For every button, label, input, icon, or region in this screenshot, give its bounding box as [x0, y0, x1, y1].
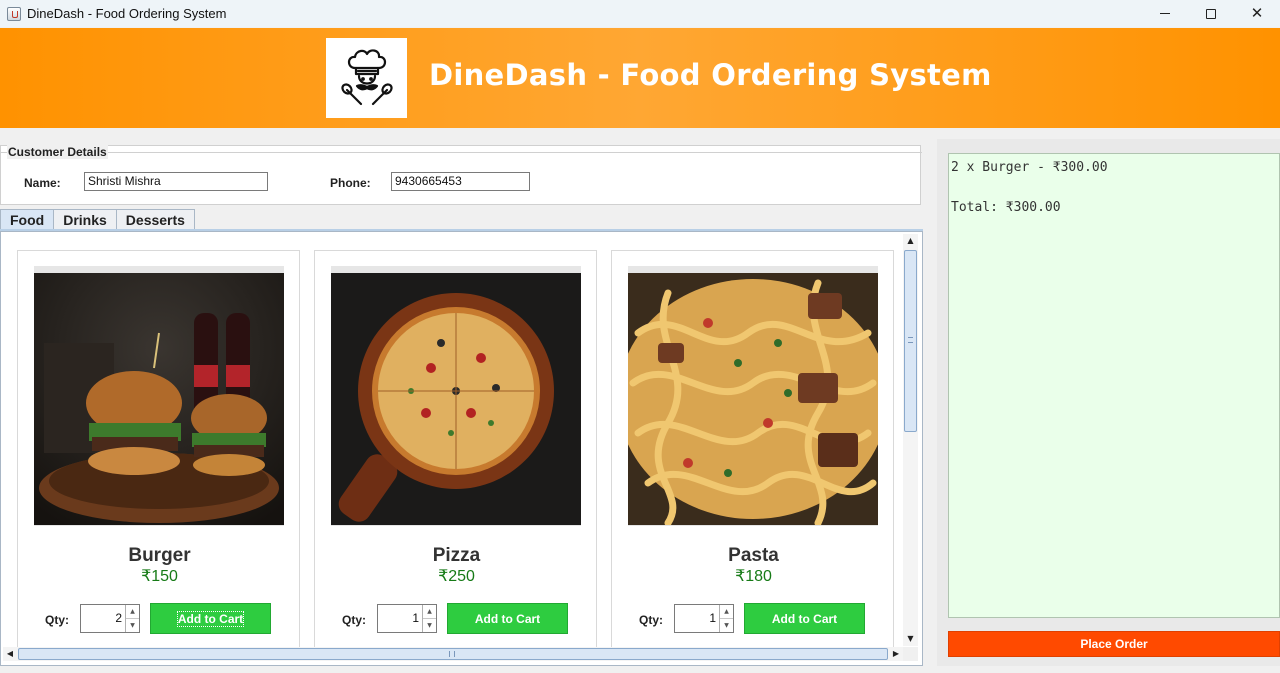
- phone-label: Phone:: [330, 176, 371, 190]
- product-price: ₹180: [735, 568, 772, 585]
- add-to-cart-button[interactable]: Add to Cart: [150, 603, 271, 634]
- vertical-scrollbar[interactable]: ▲ ▼: [903, 234, 918, 646]
- product-name: Pizza: [432, 545, 481, 566]
- product-price: ₹150: [141, 568, 178, 585]
- scroll-left-icon[interactable]: ◀: [3, 647, 17, 661]
- maximize-button[interactable]: [1188, 0, 1234, 27]
- close-button[interactable]: ✕: [1234, 0, 1280, 27]
- products-panel: Burger ₹150 Qty: 2 ▲ ▼ Add to Cart Pizza…: [0, 231, 923, 666]
- tab-drinks[interactable]: Drinks: [53, 209, 117, 230]
- chef-logo-icon: [326, 38, 407, 118]
- customer-details-legend: Customer Details: [7, 145, 108, 159]
- product-image-frame: [618, 266, 888, 527]
- vertical-scroll-thumb[interactable]: [904, 250, 917, 432]
- product-card-pasta: Pasta ₹180 Qty: 1 ▲ ▼ Add to Cart: [611, 250, 894, 650]
- product-image-frame: [331, 266, 581, 526]
- quantity-stepper[interactable]: 1 ▲ ▼: [674, 604, 734, 633]
- maximize-icon: [1206, 8, 1216, 19]
- minimize-icon: [1160, 13, 1170, 14]
- name-field[interactable]: Shristi Mishra: [84, 172, 268, 191]
- stepper-arrows: ▲ ▼: [125, 605, 139, 632]
- product-price: ₹250: [438, 568, 475, 585]
- stepper-arrows: ▲ ▼: [422, 605, 436, 632]
- tab-food[interactable]: Food: [0, 209, 55, 230]
- product-image-frame: [34, 266, 284, 526]
- add-to-cart-button[interactable]: Add to Cart: [447, 603, 568, 634]
- horizontal-scroll-thumb[interactable]: [18, 648, 888, 660]
- window-controls: ✕: [1142, 0, 1280, 27]
- category-tabs: Food Drinks Desserts: [0, 209, 195, 230]
- close-icon: ✕: [1250, 4, 1264, 22]
- add-to-cart-label: Add to Cart: [771, 611, 838, 626]
- stepper-down-icon[interactable]: ▼: [720, 618, 733, 631]
- header-title: DineDash - Food Ordering System: [429, 58, 992, 92]
- quantity-stepper[interactable]: 1 ▲ ▼: [377, 604, 437, 633]
- product-name: Burger: [128, 545, 191, 566]
- stepper-up-icon[interactable]: ▲: [720, 605, 733, 618]
- product-card-pizza: Pizza ₹250 Qty: 1 ▲ ▼ Add to Cart: [314, 250, 597, 650]
- quantity-value[interactable]: 2: [115, 611, 122, 625]
- product-card-burger: Burger ₹150 Qty: 2 ▲ ▼ Add to Cart: [17, 250, 300, 650]
- scroll-corner: [903, 647, 918, 661]
- stepper-up-icon[interactable]: ▲: [126, 605, 139, 618]
- pizza-image: [331, 273, 581, 525]
- product-name: Pasta: [728, 545, 779, 566]
- quantity-value[interactable]: 1: [709, 611, 716, 625]
- qty-label: Qty:: [639, 613, 663, 627]
- add-to-cart-label: Add to Cart: [474, 611, 541, 626]
- phone-field[interactable]: 9430665453: [391, 172, 530, 191]
- burger-image: [34, 273, 284, 525]
- qty-label: Qty:: [45, 613, 69, 627]
- horizontal-scrollbar[interactable]: ◀ ▶: [3, 647, 903, 661]
- customer-details-panel: Customer Details Name: Shristi Mishra Ph…: [0, 145, 922, 205]
- pasta-image: [618, 273, 888, 527]
- add-to-cart-button[interactable]: Add to Cart: [744, 603, 865, 634]
- java-app-icon: [7, 6, 21, 21]
- stepper-down-icon[interactable]: ▼: [126, 618, 139, 631]
- scroll-up-icon[interactable]: ▲: [903, 234, 918, 248]
- window-title: DineDash - Food Ordering System: [27, 6, 227, 21]
- stepper-arrows: ▲ ▼: [719, 605, 733, 632]
- name-label: Name:: [24, 176, 61, 190]
- quantity-stepper[interactable]: 2 ▲ ▼: [80, 604, 140, 633]
- minimize-button[interactable]: [1142, 0, 1188, 27]
- stepper-down-icon[interactable]: ▼: [423, 618, 436, 631]
- scroll-down-icon[interactable]: ▼: [903, 632, 918, 646]
- add-to-cart-label: Add to Cart: [176, 610, 245, 627]
- order-summary-textarea[interactable]: 2 x Burger - ₹300.00 Total: ₹300.00: [948, 153, 1280, 618]
- quantity-value[interactable]: 1: [412, 611, 419, 625]
- place-order-button[interactable]: Place Order: [948, 631, 1280, 657]
- window-titlebar: DineDash - Food Ordering System ✕: [0, 0, 1280, 27]
- stepper-up-icon[interactable]: ▲: [423, 605, 436, 618]
- qty-label: Qty:: [342, 613, 366, 627]
- tab-desserts[interactable]: Desserts: [115, 209, 195, 230]
- scroll-right-icon[interactable]: ▶: [889, 647, 903, 661]
